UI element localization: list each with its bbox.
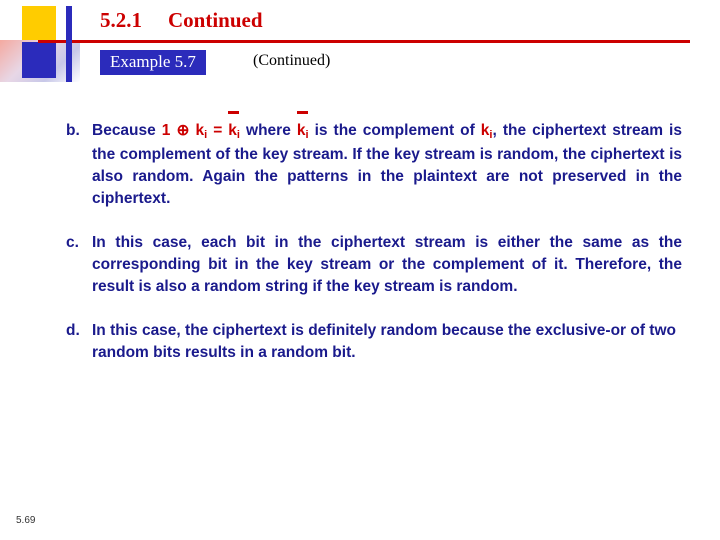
header-blue-square xyxy=(22,42,56,78)
formula-k2: k xyxy=(228,122,237,139)
formula-k2-overbar-group: ki xyxy=(228,111,240,144)
example-label-chip: Example 5.7 xyxy=(100,50,206,75)
list-item-marker: b. xyxy=(66,122,80,139)
body-content: b. Because 1 ⊕ ki = ki where ki is the c… xyxy=(66,111,682,386)
formula-equals: = xyxy=(213,122,223,139)
section-number: 5.2.1 xyxy=(100,8,142,32)
formula-one: 1 xyxy=(161,122,171,139)
xor-icon: ⊕ xyxy=(176,122,190,139)
item-b-lead: Because xyxy=(92,122,156,139)
list-item: c. In this case, each bit in the ciphert… xyxy=(66,232,682,298)
formula-k1-sub: i xyxy=(204,129,208,141)
list-item-text: Because 1 ⊕ ki = ki where ki is the comp… xyxy=(92,111,682,210)
overbar-icon xyxy=(228,111,239,114)
continued-note: (Continued) xyxy=(253,52,331,69)
list-item: b. Because 1 ⊕ ki = ki where ki is the c… xyxy=(66,111,682,210)
page-number: 5.69 xyxy=(16,515,36,526)
formula-k1: k xyxy=(195,122,205,139)
list-item-text: In this case, the ciphertext is definite… xyxy=(92,321,676,361)
list-item-marker: c. xyxy=(66,233,79,251)
header-red-rule xyxy=(38,40,690,43)
overbar-icon xyxy=(296,111,308,114)
header-blue-rule xyxy=(66,6,72,82)
list-item-marker: d. xyxy=(66,321,80,339)
list-item: d. In this case, the ciphertext is defin… xyxy=(66,320,682,364)
formula-k2-sub: i xyxy=(236,129,240,141)
header-yellow-square xyxy=(22,6,56,40)
list-item-text: In this case, each bit in the ciphertext… xyxy=(92,233,682,295)
formula-k3-sub: i xyxy=(305,129,309,141)
formula-k3-overbar-group: ki xyxy=(296,111,309,144)
item-b-mid: where xyxy=(246,122,291,139)
item-b-after-k3: is the complement of xyxy=(314,122,475,139)
section-title: Continued xyxy=(168,8,263,32)
page-title: 5.2.1 Continued xyxy=(100,8,263,33)
